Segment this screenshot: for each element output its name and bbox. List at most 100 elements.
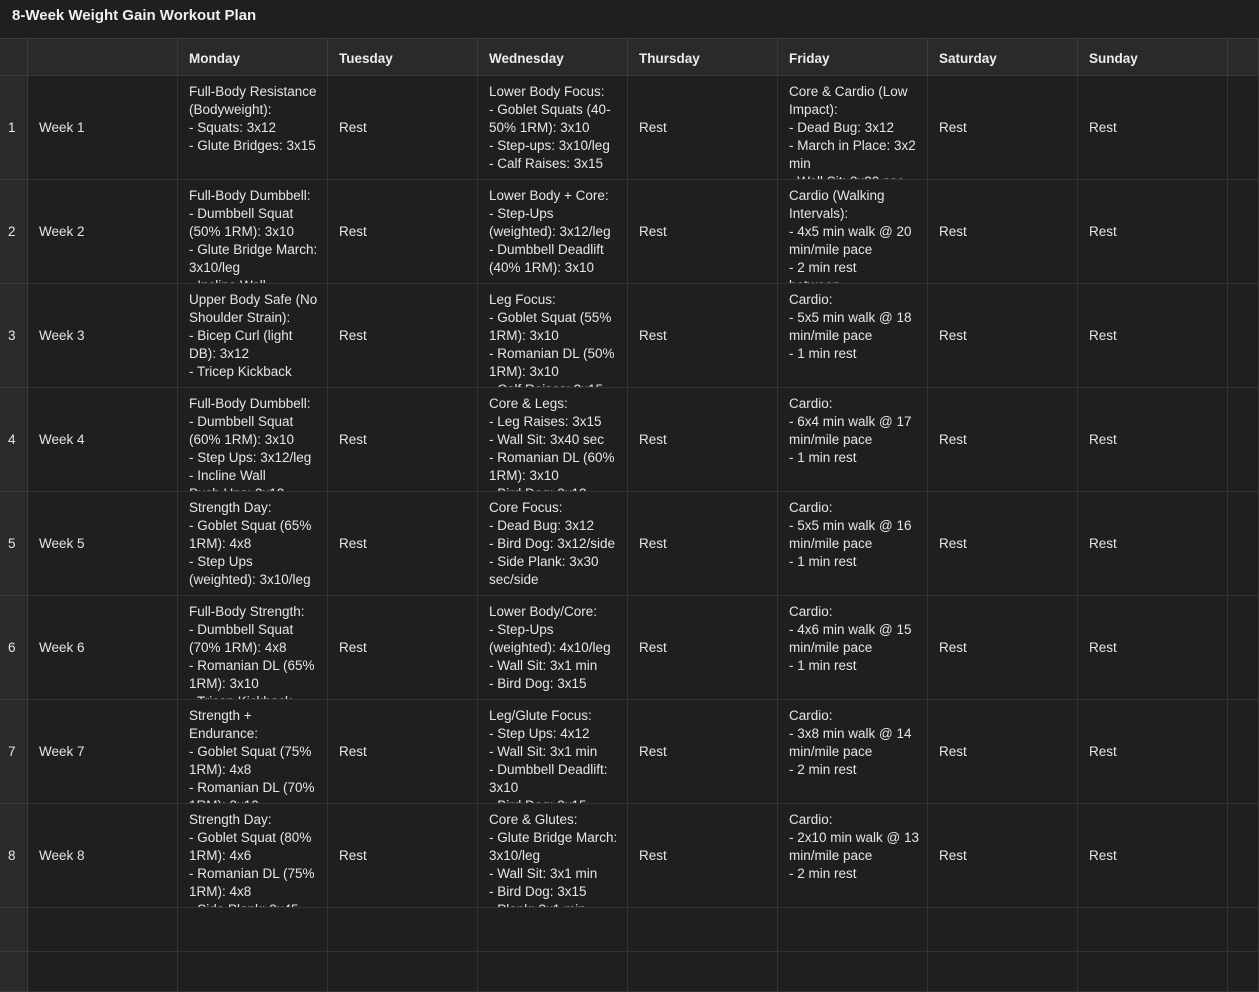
table-cell[interactable]: Leg Focus: - Goblet Squat (55% 1RM): 3x1…	[478, 284, 628, 388]
table-cell[interactable]: Rest	[1078, 180, 1228, 284]
table-cell-empty[interactable]	[328, 908, 478, 952]
table-cell[interactable]: Cardio: - 5x5 min walk @ 18 min/mile pac…	[778, 284, 928, 388]
table-cell[interactable]: Strength + Endurance: - Goblet Squat (75…	[178, 700, 328, 804]
table-cell-empty[interactable]	[1078, 952, 1228, 992]
column-header[interactable]: Tuesday	[328, 38, 478, 76]
table-cell-extra[interactable]	[1228, 180, 1259, 284]
table-cell[interactable]: Full-Body Dumbbell: - Dumbbell Squat (50…	[178, 180, 328, 284]
table-cell[interactable]: Upper Body Safe (No Shoulder Strain): - …	[178, 284, 328, 388]
table-cell[interactable]: Rest	[328, 804, 478, 908]
row-number[interactable]: 6	[0, 596, 28, 700]
column-header[interactable]: Thursday	[628, 38, 778, 76]
table-cell[interactable]: Rest	[928, 388, 1078, 492]
table-cell-empty[interactable]	[478, 952, 628, 992]
row-number[interactable]: 8	[0, 804, 28, 908]
table-cell-extra[interactable]	[1228, 700, 1259, 804]
table-cell-extra[interactable]	[1228, 804, 1259, 908]
table-cell[interactable]: Rest	[928, 804, 1078, 908]
column-header[interactable]: Saturday	[928, 38, 1078, 76]
table-cell[interactable]: Week 2	[28, 180, 178, 284]
table-cell[interactable]: Cardio: - 4x6 min walk @ 15 min/mile pac…	[778, 596, 928, 700]
table-cell[interactable]: Week 3	[28, 284, 178, 388]
row-number[interactable]: 2	[0, 180, 28, 284]
table-cell[interactable]: Rest	[628, 388, 778, 492]
table-cell-empty[interactable]	[1228, 952, 1259, 992]
table-cell[interactable]: Rest	[628, 804, 778, 908]
table-cell[interactable]: Core & Cardio (Low Impact): - Dead Bug: …	[778, 76, 928, 180]
table-cell-empty[interactable]	[28, 952, 178, 992]
table-cell-empty[interactable]	[1228, 908, 1259, 952]
table-cell[interactable]: Rest	[928, 180, 1078, 284]
table-cell[interactable]: Rest	[628, 700, 778, 804]
table-cell[interactable]: Core & Glutes: - Glute Bridge March: 3x1…	[478, 804, 628, 908]
table-cell[interactable]: Week 6	[28, 596, 178, 700]
table-cell[interactable]: Rest	[328, 596, 478, 700]
row-number[interactable]: 3	[0, 284, 28, 388]
table-cell[interactable]: Rest	[928, 596, 1078, 700]
table-cell[interactable]: Cardio: - 6x4 min walk @ 17 min/mile pac…	[778, 388, 928, 492]
row-number[interactable]: 7	[0, 700, 28, 804]
table-cell-empty[interactable]	[628, 908, 778, 952]
table-cell-empty[interactable]	[778, 952, 928, 992]
table-cell-extra[interactable]	[1228, 388, 1259, 492]
table-cell[interactable]: Lower Body/Core: - Step-Ups (weighted): …	[478, 596, 628, 700]
table-cell[interactable]: Lower Body Focus: - Goblet Squats (40-50…	[478, 76, 628, 180]
row-number-empty[interactable]	[0, 952, 28, 992]
table-cell[interactable]: Cardio: - 3x8 min walk @ 14 min/mile pac…	[778, 700, 928, 804]
table-cell[interactable]: Cardio: - 2x10 min walk @ 13 min/mile pa…	[778, 804, 928, 908]
table-cell[interactable]: Rest	[928, 76, 1078, 180]
table-cell[interactable]: Strength Day: - Goblet Squat (65% 1RM): …	[178, 492, 328, 596]
table-cell[interactable]: Week 4	[28, 388, 178, 492]
table-cell-empty[interactable]	[178, 908, 328, 952]
table-cell-empty[interactable]	[28, 908, 178, 952]
column-header[interactable]	[28, 38, 178, 76]
table-cell-extra[interactable]	[1228, 76, 1259, 180]
column-header[interactable]: Friday	[778, 38, 928, 76]
column-header-extra[interactable]	[1228, 38, 1259, 76]
table-cell[interactable]: Week 8	[28, 804, 178, 908]
table-cell-empty[interactable]	[328, 952, 478, 992]
table-cell[interactable]: Rest	[328, 284, 478, 388]
table-cell[interactable]: Rest	[1078, 388, 1228, 492]
table-cell[interactable]: Rest	[1078, 284, 1228, 388]
table-cell[interactable]: Leg/Glute Focus: - Step Ups: 4x12 - Wall…	[478, 700, 628, 804]
table-cell[interactable]: Rest	[1078, 804, 1228, 908]
table-cell[interactable]: Rest	[628, 180, 778, 284]
table-cell[interactable]: Rest	[628, 596, 778, 700]
table-cell[interactable]: Rest	[328, 492, 478, 596]
column-header[interactable]: Wednesday	[478, 38, 628, 76]
table-cell-empty[interactable]	[478, 908, 628, 952]
table-cell-empty[interactable]	[1078, 908, 1228, 952]
table-cell[interactable]: Week 7	[28, 700, 178, 804]
table-cell-empty[interactable]	[178, 952, 328, 992]
table-cell[interactable]: Rest	[1078, 596, 1228, 700]
table-cell[interactable]: Rest	[328, 700, 478, 804]
table-cell[interactable]: Rest	[1078, 492, 1228, 596]
table-cell-extra[interactable]	[1228, 284, 1259, 388]
table-cell[interactable]: Full-Body Strength: - Dumbbell Squat (70…	[178, 596, 328, 700]
table-cell[interactable]: Rest	[328, 388, 478, 492]
table-cell[interactable]: Core & Legs: - Leg Raises: 3x15 - Wall S…	[478, 388, 628, 492]
table-cell-empty[interactable]	[928, 908, 1078, 952]
table-cell-empty[interactable]	[928, 952, 1078, 992]
row-number[interactable]: 5	[0, 492, 28, 596]
table-cell[interactable]: Lower Body + Core: - Step-Ups (weighted)…	[478, 180, 628, 284]
row-number[interactable]: 1	[0, 76, 28, 180]
table-cell-extra[interactable]	[1228, 596, 1259, 700]
row-number[interactable]: 4	[0, 388, 28, 492]
table-cell[interactable]: Week 5	[28, 492, 178, 596]
table-cell[interactable]: Rest	[328, 180, 478, 284]
column-header[interactable]: Monday	[178, 38, 328, 76]
table-cell[interactable]: Rest	[1078, 76, 1228, 180]
table-cell[interactable]: Core Focus: - Dead Bug: 3x12 - Bird Dog:…	[478, 492, 628, 596]
table-cell[interactable]: Cardio: - 5x5 min walk @ 16 min/mile pac…	[778, 492, 928, 596]
table-cell[interactable]: Rest	[928, 492, 1078, 596]
table-cell[interactable]: Week 1	[28, 76, 178, 180]
table-cell-empty[interactable]	[778, 908, 928, 952]
table-cell[interactable]: Cardio (Walking Intervals): - 4x5 min wa…	[778, 180, 928, 284]
table-cell[interactable]: Rest	[628, 284, 778, 388]
table-cell-empty[interactable]	[628, 952, 778, 992]
table-cell[interactable]: Rest	[328, 76, 478, 180]
table-cell[interactable]: Full-Body Dumbbell: - Dumbbell Squat (60…	[178, 388, 328, 492]
table-cell[interactable]: Full-Body Resistance (Bodyweight): - Squ…	[178, 76, 328, 180]
